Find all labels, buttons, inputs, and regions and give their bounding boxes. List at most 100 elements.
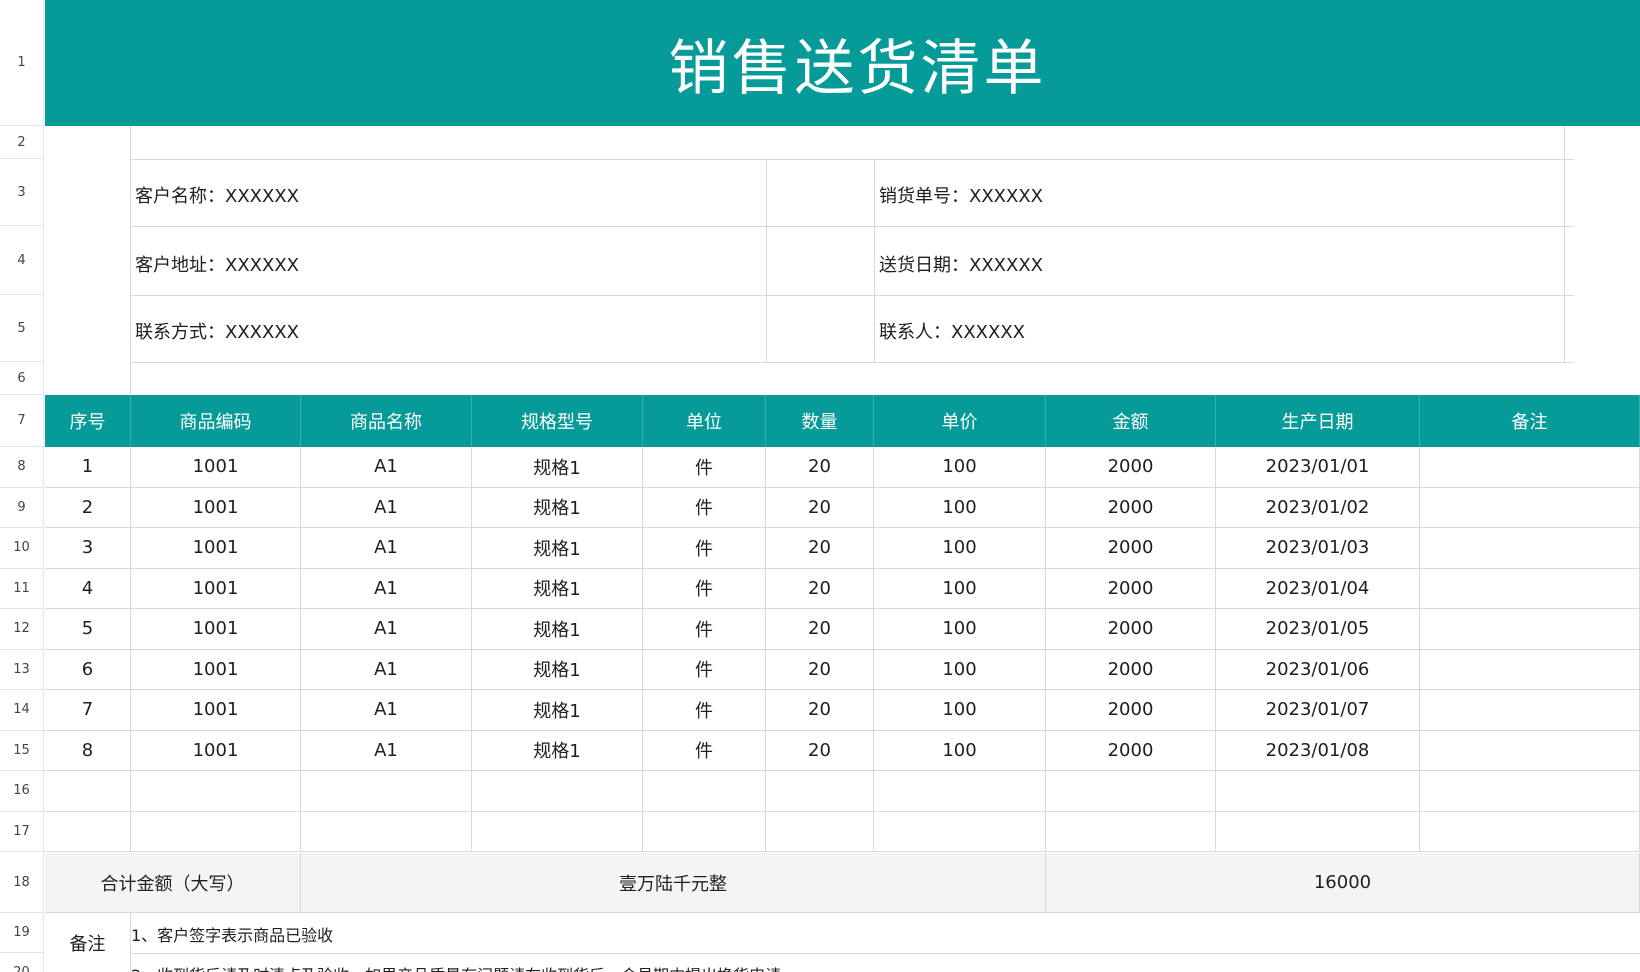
table-cell[interactable]: 7 (45, 690, 131, 731)
column-header[interactable]: 备注 (1420, 395, 1640, 447)
table-cell[interactable] (643, 771, 766, 812)
table-cell[interactable]: A1 (301, 568, 472, 609)
note-line-2[interactable]: 2、收到货后请及时清点及验收，如果产品质量有问题请在收到货后，会员期内提出换货申… (131, 962, 781, 972)
column-header[interactable]: 单位 (643, 395, 766, 447)
row-header[interactable]: 3 (0, 159, 44, 226)
table-cell[interactable] (1420, 690, 1640, 731)
total-amount-words[interactable]: 壹万陆千元整 (301, 853, 1046, 913)
table-cell[interactable] (45, 811, 131, 852)
table-cell[interactable]: 2023/01/02 (1216, 487, 1420, 528)
row-header[interactable]: 14 (0, 690, 44, 731)
row-header[interactable]: 20 (0, 953, 44, 972)
column-header[interactable]: 单价 (874, 395, 1046, 447)
table-cell[interactable]: 8 (45, 730, 131, 771)
row-header[interactable]: 11 (0, 568, 44, 609)
table-cell[interactable]: 2023/01/08 (1216, 730, 1420, 771)
table-cell[interactable]: 20 (766, 528, 874, 569)
table-cell[interactable] (131, 811, 301, 852)
table-cell[interactable]: A1 (301, 649, 472, 690)
row-header[interactable]: 5 (0, 295, 44, 362)
table-cell[interactable]: A1 (301, 690, 472, 731)
table-cell[interactable]: 20 (766, 447, 874, 488)
table-cell[interactable] (1216, 811, 1420, 852)
column-header[interactable]: 规格型号 (472, 395, 643, 447)
customer-address[interactable]: 客户地址：XXXXXX (135, 251, 299, 277)
table-cell[interactable] (1420, 447, 1640, 488)
table-cell[interactable] (301, 811, 472, 852)
table-cell[interactable]: 件 (643, 730, 766, 771)
row-header[interactable]: 13 (0, 649, 44, 690)
row-header[interactable]: 19 (0, 913, 44, 953)
table-cell[interactable]: 20 (766, 690, 874, 731)
table-cell[interactable] (1420, 609, 1640, 650)
row-header[interactable]: 8 (0, 447, 44, 488)
table-cell[interactable]: A1 (301, 730, 472, 771)
table-cell[interactable]: 100 (874, 528, 1046, 569)
table-cell[interactable]: 2000 (1046, 730, 1216, 771)
note-line-1[interactable]: 1、客户签字表示商品已验收 (131, 922, 333, 946)
delivery-date[interactable]: 送货日期：XXXXXX (879, 251, 1043, 277)
table-cell[interactable] (301, 771, 472, 812)
table-cell[interactable]: 规格1 (472, 730, 643, 771)
table-cell[interactable]: 20 (766, 609, 874, 650)
row-header[interactable]: 15 (0, 730, 44, 771)
table-cell[interactable]: 20 (766, 568, 874, 609)
contact-person[interactable]: 联系人：XXXXXX (879, 318, 1025, 344)
table-cell[interactable]: 3 (45, 528, 131, 569)
table-cell[interactable] (1420, 487, 1640, 528)
customer-name[interactable]: 客户名称：XXXXXX (135, 182, 299, 208)
table-cell[interactable] (1420, 771, 1640, 812)
table-cell[interactable] (766, 771, 874, 812)
table-cell[interactable]: 1001 (131, 730, 301, 771)
table-cell[interactable] (1420, 811, 1640, 852)
table-cell[interactable] (766, 811, 874, 852)
table-cell[interactable]: 2000 (1046, 447, 1216, 488)
row-header[interactable]: 10 (0, 528, 44, 569)
table-cell[interactable]: 规格1 (472, 649, 643, 690)
column-header[interactable]: 商品编码 (131, 395, 301, 447)
table-cell[interactable] (472, 811, 643, 852)
table-cell[interactable]: 规格1 (472, 487, 643, 528)
table-cell[interactable]: 件 (643, 447, 766, 488)
table-cell[interactable]: 100 (874, 447, 1046, 488)
table-cell[interactable]: 1001 (131, 609, 301, 650)
column-header[interactable]: 序号 (45, 395, 131, 447)
table-cell[interactable]: 规格1 (472, 609, 643, 650)
table-cell[interactable] (1046, 811, 1216, 852)
table-cell[interactable] (1420, 649, 1640, 690)
table-cell[interactable]: 1 (45, 447, 131, 488)
table-cell[interactable]: 4 (45, 568, 131, 609)
table-cell[interactable]: 1001 (131, 447, 301, 488)
table-cell[interactable]: 20 (766, 487, 874, 528)
table-cell[interactable]: 100 (874, 690, 1046, 731)
table-cell[interactable] (1420, 528, 1640, 569)
table-cell[interactable]: 件 (643, 528, 766, 569)
table-cell[interactable]: 100 (874, 568, 1046, 609)
table-cell[interactable] (1420, 568, 1640, 609)
table-cell[interactable]: 1001 (131, 528, 301, 569)
table-cell[interactable]: 规格1 (472, 690, 643, 731)
row-header[interactable]: 7 (0, 395, 44, 447)
table-cell[interactable]: 20 (766, 649, 874, 690)
table-cell[interactable]: 2023/01/01 (1216, 447, 1420, 488)
table-cell[interactable]: 6 (45, 649, 131, 690)
table-cell[interactable]: 1001 (131, 649, 301, 690)
total-amount[interactable]: 16000 (1046, 853, 1640, 913)
table-cell[interactable]: 规格1 (472, 568, 643, 609)
table-cell[interactable] (131, 771, 301, 812)
table-cell[interactable]: 件 (643, 690, 766, 731)
table-cell[interactable]: A1 (301, 487, 472, 528)
table-cell[interactable]: 100 (874, 730, 1046, 771)
table-cell[interactable]: A1 (301, 447, 472, 488)
table-cell[interactable]: 20 (766, 730, 874, 771)
row-header[interactable]: 12 (0, 609, 44, 650)
table-cell[interactable]: 2023/01/03 (1216, 528, 1420, 569)
column-header[interactable]: 商品名称 (301, 395, 472, 447)
table-cell[interactable]: 1001 (131, 568, 301, 609)
table-cell[interactable] (1046, 771, 1216, 812)
table-cell[interactable]: 5 (45, 609, 131, 650)
table-cell[interactable]: 100 (874, 649, 1046, 690)
table-cell[interactable]: 1001 (131, 487, 301, 528)
table-cell[interactable] (874, 771, 1046, 812)
table-cell[interactable]: 件 (643, 487, 766, 528)
